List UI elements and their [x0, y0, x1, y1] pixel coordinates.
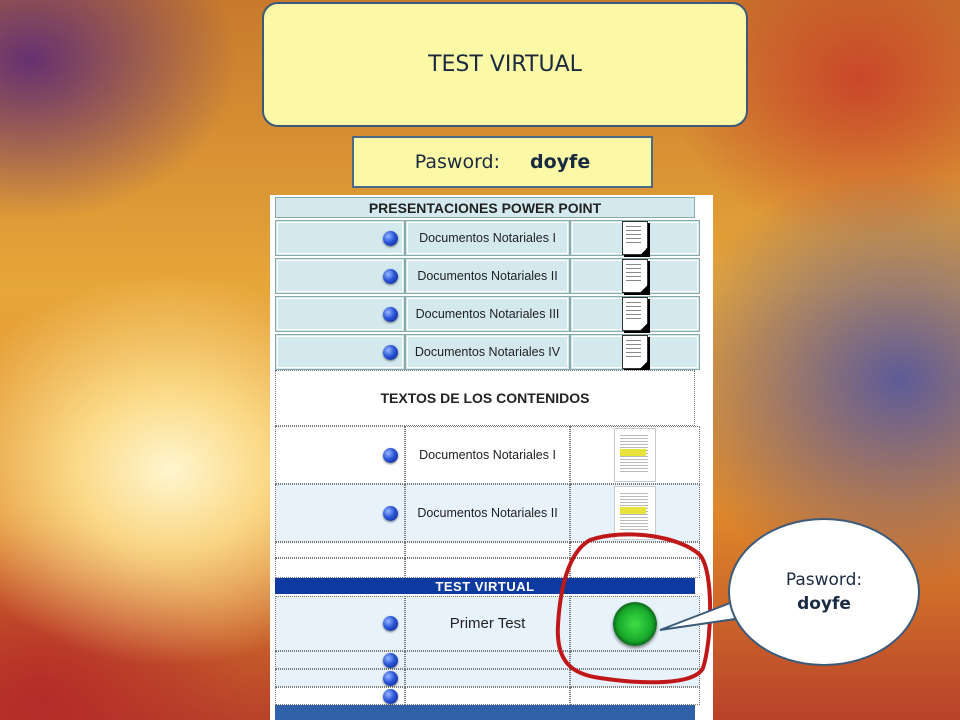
powerpoint-section-header: PRESENTACIONES POWER POINT — [275, 197, 695, 218]
powerpoint-item-label[interactable]: Documentos Notariales I — [405, 220, 570, 256]
bullet-icon — [383, 688, 398, 704]
textos-item-label[interactable]: Documentos Notariales II — [405, 484, 570, 542]
document-icon[interactable] — [622, 297, 648, 331]
powerpoint-row[interactable]: Documentos Notariales I — [275, 220, 700, 256]
powerpoint-row[interactable]: Documentos Notariales III — [275, 296, 700, 332]
bullet-icon — [383, 268, 398, 284]
powerpoint-row[interactable]: Documentos Notariales II — [275, 258, 700, 294]
bullet-icon — [383, 447, 398, 463]
test-row[interactable]: Primer Test — [275, 596, 700, 651]
textos-item-label[interactable]: Documentos Notariales I — [405, 426, 570, 484]
test-item-label[interactable]: Primer Test — [405, 596, 570, 651]
password-callout: Pasword: doyfe — [728, 518, 920, 666]
password-value: doyfe — [530, 151, 591, 173]
textos-section-header: TEXTOS DE LOS CONTENIDOS — [275, 370, 695, 426]
green-button-icon[interactable] — [613, 601, 657, 646]
bullet-icon — [383, 616, 398, 631]
password-box: Pasword: doyfe — [352, 136, 653, 188]
empty-row — [275, 651, 700, 669]
footer-bar — [275, 705, 695, 720]
document-icon[interactable] — [622, 335, 648, 369]
document-icon[interactable] — [622, 259, 648, 293]
powerpoint-item-label[interactable]: Documentos Notariales III — [405, 296, 570, 332]
bullet-icon — [383, 230, 398, 246]
password-label: Pasword: — [414, 151, 501, 173]
slide-title: TEST VIRTUAL — [262, 2, 748, 127]
bullet-icon — [383, 652, 398, 668]
powerpoint-row[interactable]: Documentos Notariales IV — [275, 334, 700, 370]
bullet-icon — [383, 670, 398, 686]
textos-row[interactable]: Documentos Notariales I — [275, 426, 700, 484]
test-section-header: TEST VIRTUAL — [275, 578, 695, 594]
textos-row[interactable]: Documentos Notariales II — [275, 484, 700, 542]
callout-label: Pasword: — [785, 570, 863, 590]
powerpoint-item-label[interactable]: Documentos Notariales IV — [405, 334, 570, 370]
callout-value: doyfe — [797, 594, 851, 614]
empty-row — [275, 558, 700, 578]
text-document-icon[interactable] — [614, 486, 656, 540]
powerpoint-item-label[interactable]: Documentos Notariales II — [405, 258, 570, 294]
bullet-icon — [383, 306, 398, 322]
document-icon[interactable] — [622, 221, 648, 255]
bullet-icon — [383, 505, 398, 521]
text-document-icon[interactable] — [614, 428, 656, 482]
empty-row — [275, 542, 700, 558]
slide-title-text: TEST VIRTUAL — [428, 52, 582, 77]
bullet-icon — [383, 344, 398, 360]
embedded-web-page: PRESENTACIONES POWER POINT Documentos No… — [270, 195, 713, 720]
empty-row — [275, 687, 700, 705]
empty-row — [275, 669, 700, 687]
